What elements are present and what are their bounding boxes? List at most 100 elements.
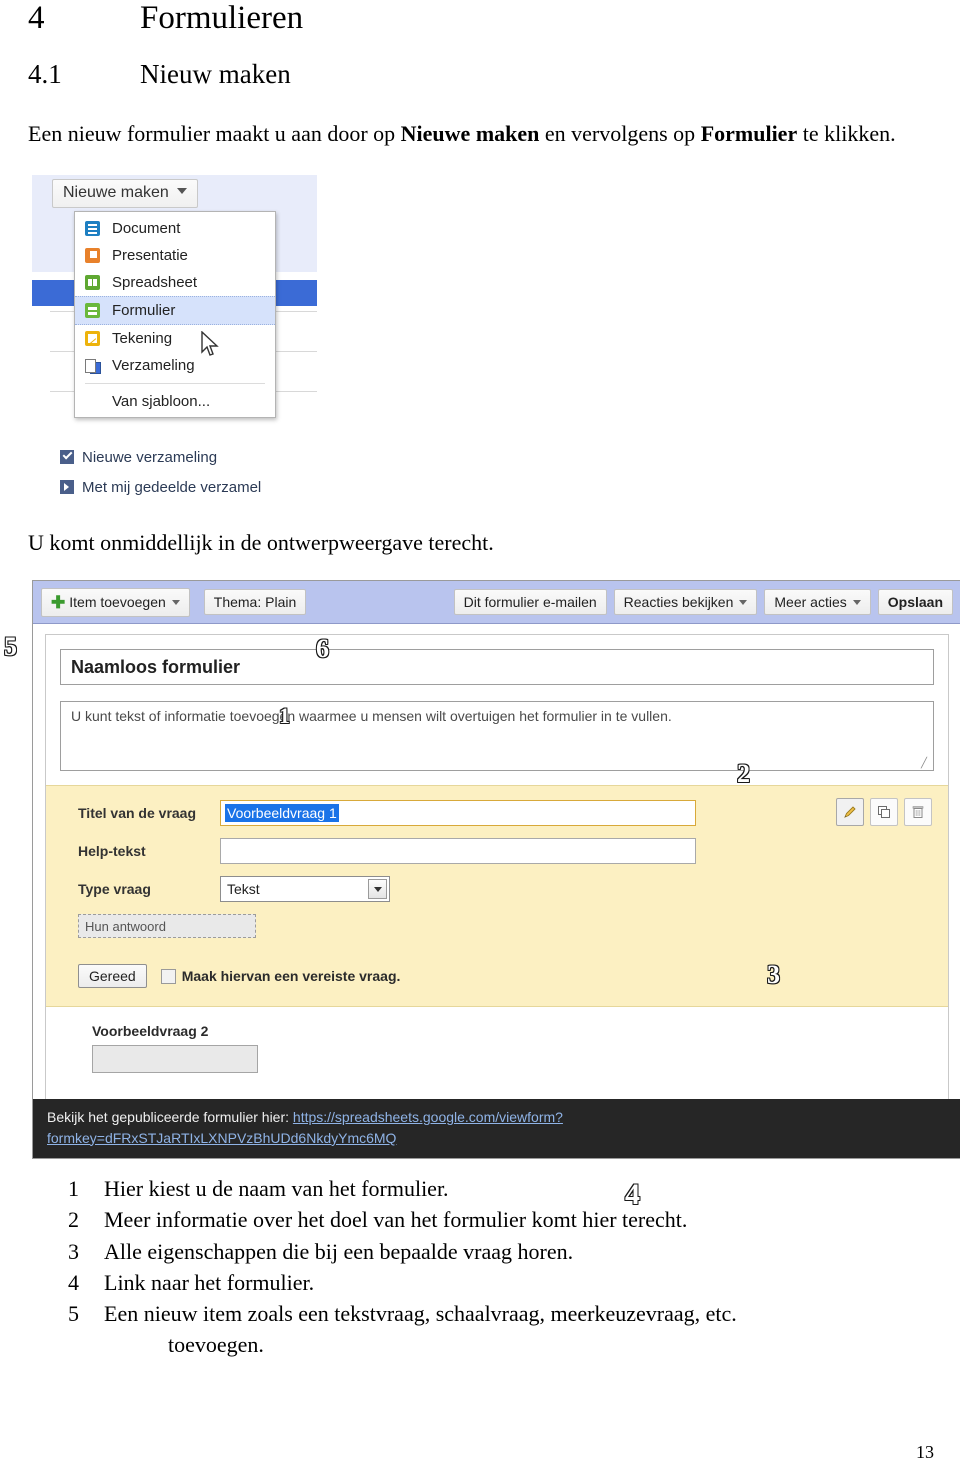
published-form-url-line2[interactable]: formkey=dFRxSTJaRTIxLXNPVzBhUDd6NkdyYmc6… (47, 1130, 396, 1146)
published-link-footer: Bekijk het gepubliceerde formulier hier:… (33, 1099, 960, 1159)
after-screenshot-paragraph: U komt onmiddellijk in de ontwerpweergav… (28, 530, 494, 556)
theme-label: Thema: Plain (213, 594, 297, 611)
menu-item-document[interactable]: Document (75, 215, 275, 242)
menu-item-tekening[interactable]: Tekening (75, 325, 275, 352)
resize-handle-icon[interactable]: ╱ (921, 759, 930, 769)
question-title-value: Voorbeeldvraag 1 (225, 804, 339, 823)
question-help-input[interactable] (220, 838, 696, 865)
screenshot-form-designer: ✚ Item toevoegen Thema: Plain Dit formuli… (32, 580, 960, 1160)
drawing-icon (85, 331, 100, 347)
done-button[interactable]: Gereed (78, 964, 147, 989)
menu-item-formulier[interactable]: Formulier (75, 296, 275, 326)
edit-pencil-icon[interactable] (836, 798, 864, 827)
legend-text: Alle eigenschappen die bij een bepaalde … (104, 1238, 574, 1264)
menu-item-label: Document (112, 220, 181, 238)
legend-item: 3 Alle eigenschappen die bij een bepaald… (28, 1236, 936, 1267)
legend-item: 4 Link naar het formulier. (28, 1267, 936, 1298)
chapter-number: 4 (28, 0, 45, 36)
duplicate-icon[interactable] (870, 798, 898, 827)
answer-preview-label: Hun antwoord (85, 918, 166, 934)
legend-number: 2 (68, 1207, 79, 1233)
mouse-cursor-icon (200, 330, 220, 364)
menu-item-label: Verzameling (112, 357, 195, 375)
question-type-select[interactable]: Tekst (220, 876, 390, 903)
question-two-input[interactable] (92, 1045, 258, 1074)
menu-divider (85, 383, 265, 385)
question-type-label: Type vraag (78, 881, 151, 898)
background-item-nieuwe-verzameling[interactable]: Nieuwe verzameling (60, 449, 217, 466)
callout-5: 5 (4, 632, 17, 661)
published-form-url-line1[interactable]: https://spreadsheets.google.com/viewform… (293, 1109, 563, 1125)
intro-text-1: Een nieuw formulier maakt u aan door op (28, 120, 401, 146)
chapter-heading: 4 Formulieren (28, 0, 936, 36)
legend-number: 4 (68, 1269, 79, 1295)
legend-number: 3 (68, 1238, 79, 1264)
question-title-row: Titel van de vraag Voorbeeldvraag 1 (60, 800, 934, 827)
document-page: 4 Formulieren 4.1 Nieuw maken Een nieuw … (0, 0, 960, 1479)
save-label: Opslaan (887, 594, 943, 611)
email-form-button[interactable]: Dit formulier e-mailen (453, 589, 607, 616)
form-canvas: Naamloos formulier U kunt tekst of infor… (45, 634, 949, 1100)
chevron-down-icon (176, 188, 187, 195)
done-label: Gereed (89, 968, 136, 985)
presentation-icon (85, 248, 100, 264)
menu-item-label: Spreadsheet (112, 274, 198, 292)
legend-list: 1 Hier kiest u de naam van het formulier… (28, 1173, 936, 1360)
question-two-label: Voorbeeldvraag 2 (92, 1023, 209, 1040)
menu-item-presentatie[interactable]: Presentatie (75, 242, 275, 269)
plus-icon: ✚ (51, 592, 66, 612)
trash-icon[interactable] (904, 798, 932, 827)
expand-triangle-icon (60, 480, 74, 495)
chevron-down-icon (171, 599, 180, 605)
intro-text-3: te klikken. (797, 120, 896, 146)
background-item-label: Met mij gedeelde verzamel (82, 479, 262, 497)
form-title-value: Naamloos formulier (71, 656, 241, 677)
form-description-value: U kunt tekst of informatie toevoegen waa… (71, 708, 672, 725)
menu-item-spreadsheet[interactable]: Spreadsheet (75, 269, 275, 296)
intro-bold-nieuwe-maken: Nieuwe maken (400, 120, 540, 146)
nieuwe-maken-button[interactable]: Nieuwe maken (52, 179, 198, 209)
legend-item: 5 Een nieuw item zoals een tekstvraag, s… (28, 1298, 936, 1329)
chapter-title: Formulieren (140, 0, 304, 36)
page-number: 13 (916, 1442, 934, 1462)
section-number: 4.1 (28, 59, 62, 90)
required-checkbox[interactable] (160, 968, 176, 984)
add-item-label: Item toevoegen (69, 594, 166, 611)
checkbox-icon (60, 450, 74, 465)
question-help-label: Help-tekst (78, 843, 146, 860)
form-title-input[interactable]: Naamloos formulier (60, 649, 934, 686)
theme-button[interactable]: Thema: Plain (203, 589, 307, 616)
legend-number: 1 (68, 1176, 79, 1202)
legend-text: Hier kiest u de naam van het formulier. (104, 1176, 449, 1202)
menu-item-verzameling[interactable]: Verzameling (75, 352, 275, 379)
screenshot-new-menu: Nieuwe verzameling Met mij gedeelde verz… (32, 171, 322, 512)
document-icon (85, 221, 100, 237)
menu-item-label: Formulier (112, 302, 176, 320)
background-item-gedeelde-verzamel[interactable]: Met mij gedeelde verzamel (60, 479, 261, 496)
menu-item-label: Van sjabloon... (112, 393, 211, 411)
save-button[interactable]: Opslaan (877, 589, 953, 616)
menu-item-van-sjabloon[interactable]: Van sjabloon... (75, 388, 275, 415)
question-two-preview: Voorbeeldvraag 2 (60, 1007, 934, 1100)
legend-item: 1 Hier kiest u de naam van het formulier… (28, 1173, 936, 1204)
form-description-input[interactable]: U kunt tekst of informatie toevoegen waa… (60, 701, 934, 772)
collection-icon (85, 358, 101, 375)
chevron-down-icon (739, 599, 748, 605)
legend-text: Link naar het formulier. (104, 1269, 315, 1295)
view-responses-button[interactable]: Reacties bekijken (613, 589, 758, 616)
required-checkbox-label: Maak hiervan een vereiste vraag. (181, 968, 401, 985)
question-editor-card: Titel van de vraag Voorbeeldvraag 1 Help… (46, 785, 948, 1008)
new-item-dropdown-menu[interactable]: Document Presentatie Spreadsheet Formuli… (74, 211, 276, 419)
more-actions-button[interactable]: Meer acties (764, 589, 871, 616)
legend-text: Meer informatie over het doel van het fo… (104, 1207, 688, 1233)
legend-text: Een nieuw item zoals een tekstvraag, sch… (104, 1300, 737, 1326)
add-item-button[interactable]: ✚ Item toevoegen (41, 587, 190, 617)
nieuwe-maken-label: Nieuwe maken (63, 184, 169, 202)
chevron-down-icon[interactable] (368, 879, 387, 900)
form-icon (85, 303, 100, 319)
question-title-input[interactable]: Voorbeeldvraag 1 (220, 800, 696, 827)
legend-item-continuation: toevoegen. (168, 1332, 264, 1358)
section-heading: 4.1 Nieuw maken (28, 60, 936, 90)
chevron-down-icon (852, 599, 861, 605)
email-form-label: Dit formulier e-mailen (463, 594, 597, 611)
